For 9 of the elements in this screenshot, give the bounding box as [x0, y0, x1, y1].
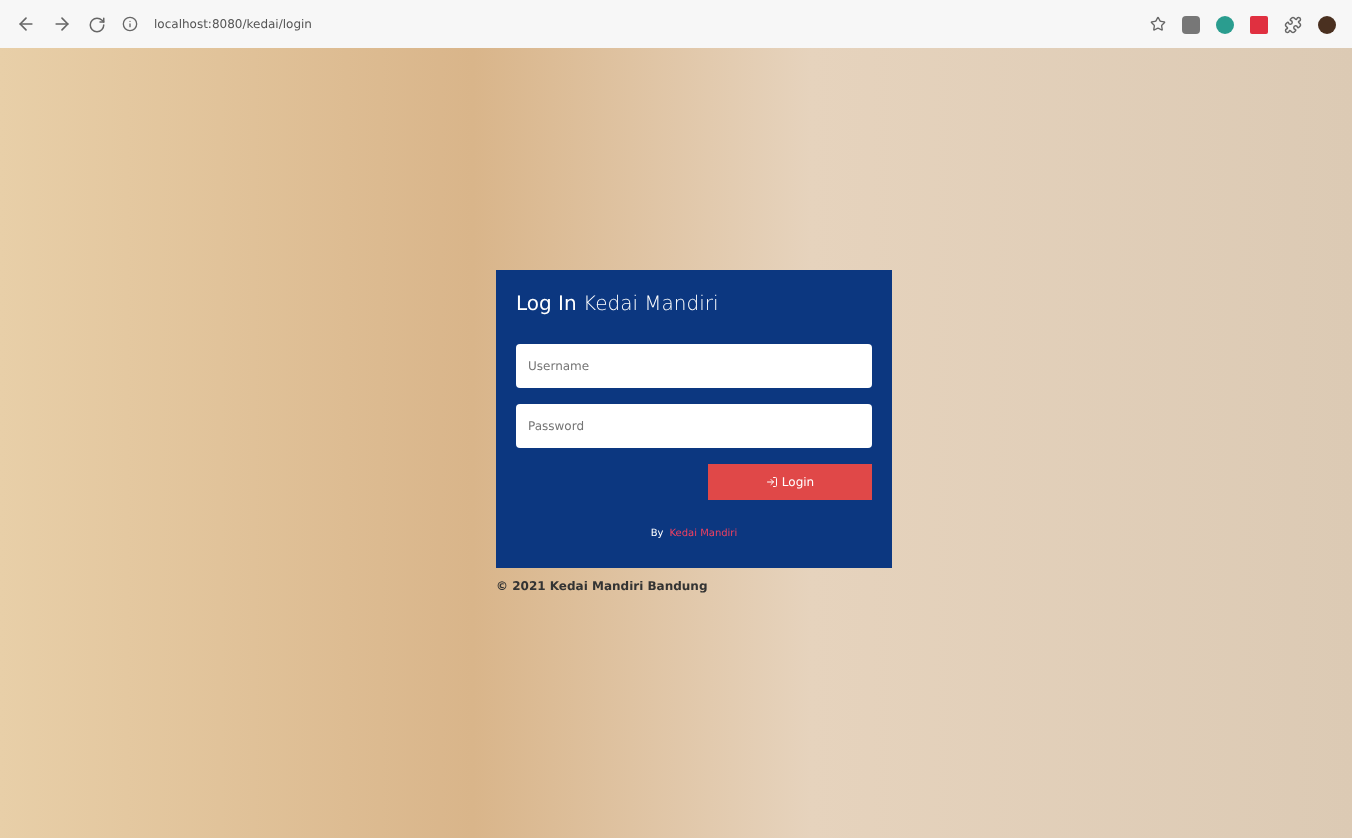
puzzle-icon[interactable] — [1284, 15, 1302, 33]
login-icon — [765, 476, 778, 488]
star-icon[interactable] — [1150, 16, 1166, 32]
login-title: Log In Kedai Mandiri — [516, 294, 721, 316]
forward-icon[interactable] — [52, 14, 72, 34]
reload-icon[interactable] — [88, 15, 106, 33]
info-icon[interactable] — [122, 16, 138, 32]
avatar[interactable] — [1318, 15, 1336, 33]
back-icon[interactable] — [16, 14, 36, 34]
